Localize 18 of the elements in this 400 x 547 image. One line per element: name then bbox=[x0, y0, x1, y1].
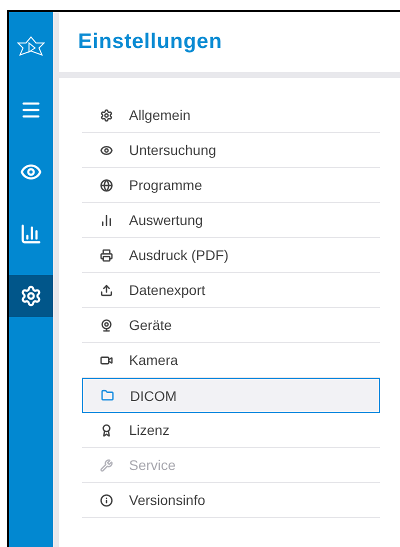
folder-icon bbox=[101, 389, 114, 402]
settings-icon bbox=[100, 108, 113, 122]
page-title: Einstellungen bbox=[78, 30, 222, 54]
info-icon bbox=[100, 494, 113, 506]
bar-chart-icon bbox=[100, 214, 113, 226]
globe-icon bbox=[100, 178, 113, 192]
settings-item[interactable]: DICOM bbox=[82, 378, 380, 413]
video-camera-icon bbox=[100, 354, 113, 366]
bar-chart-icon bbox=[20, 223, 42, 245]
webcam-icon bbox=[100, 318, 113, 332]
upload-icon bbox=[100, 284, 113, 296]
award-icon bbox=[100, 424, 113, 436]
printer-icon bbox=[100, 248, 113, 262]
logo-icon bbox=[17, 35, 45, 57]
sidebar-button[interactable] bbox=[9, 275, 53, 317]
wrench-icon bbox=[100, 458, 113, 472]
eye-icon bbox=[100, 144, 113, 156]
settings-icon bbox=[20, 285, 42, 307]
